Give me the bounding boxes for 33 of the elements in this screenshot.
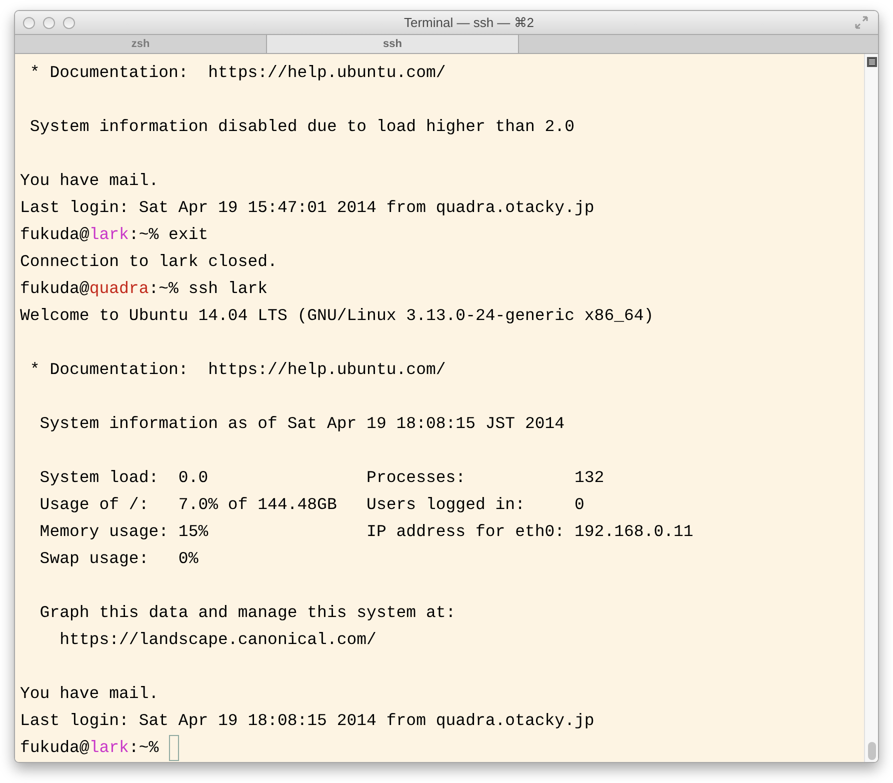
prompt-user: fukuda@ (20, 737, 90, 759)
terminal-line: Graph this data and manage this system at: (38, 602, 456, 624)
zoom-button[interactable] (63, 16, 75, 28)
terminal-line: Usage of /: 7.0% of 144.48GB Users logged in: 0 (38, 494, 584, 516)
terminal-line: * Documentation: https://help.ubuntu.com/ (28, 359, 446, 381)
prompt-user: fukuda@ (20, 224, 90, 246)
terminal-line: System load: 0.0 Processes: 132 (38, 467, 604, 489)
terminal-line: Swap usage: 0% (38, 548, 198, 570)
fullscreen-icon[interactable] (855, 16, 868, 29)
terminal-line: Last login: Sat Apr 19 15:47:01 2014 from quadra.otacky.jp (20, 197, 594, 219)
terminal-line: System information disabled due to load higher than 2.0 (28, 116, 574, 138)
prompt-host: lark (89, 224, 129, 246)
terminal-line: * Documentation: https://help.ubuntu.com/ (28, 62, 446, 84)
prompt-host: quadra (89, 278, 149, 300)
terminal-line: Welcome to Ubuntu 14.04 LTS (GNU/Linux 3.13.0-24-generic x86_64) (20, 305, 654, 327)
scrollbar-thumb[interactable] (868, 742, 876, 760)
close-button[interactable] (23, 16, 35, 28)
terminal-line: System information as of Sat Apr 19 18:08:15 JST 2014 (38, 413, 565, 435)
prompt-command: :~% ssh lark (148, 278, 268, 300)
terminal-line: https://landscape.canonical.com/ (58, 629, 376, 651)
prompt-command: :~% (128, 737, 160, 759)
terminal-line: Memory usage: 15% IP address for eth0: 192.168.0.11 (38, 521, 694, 543)
prompt-user: fukuda@ (20, 278, 90, 300)
prompt-host: lark (89, 737, 129, 759)
terminal-line: You have mail. (20, 170, 159, 192)
window-title: Terminal — ssh — ⌘2 (404, 14, 534, 32)
split-icon[interactable] (866, 56, 878, 68)
terminal-line: You have mail. (20, 683, 159, 705)
prompt-command: :~% exit (128, 224, 208, 246)
tab[interactable]: ssh (267, 35, 519, 53)
terminal-line: Last login: Sat Apr 19 18:08:15 2014 from quadra.otacky.jp (20, 710, 594, 732)
minimize-button[interactable] (43, 16, 55, 28)
terminal-line: Connection to lark closed. (20, 251, 278, 273)
